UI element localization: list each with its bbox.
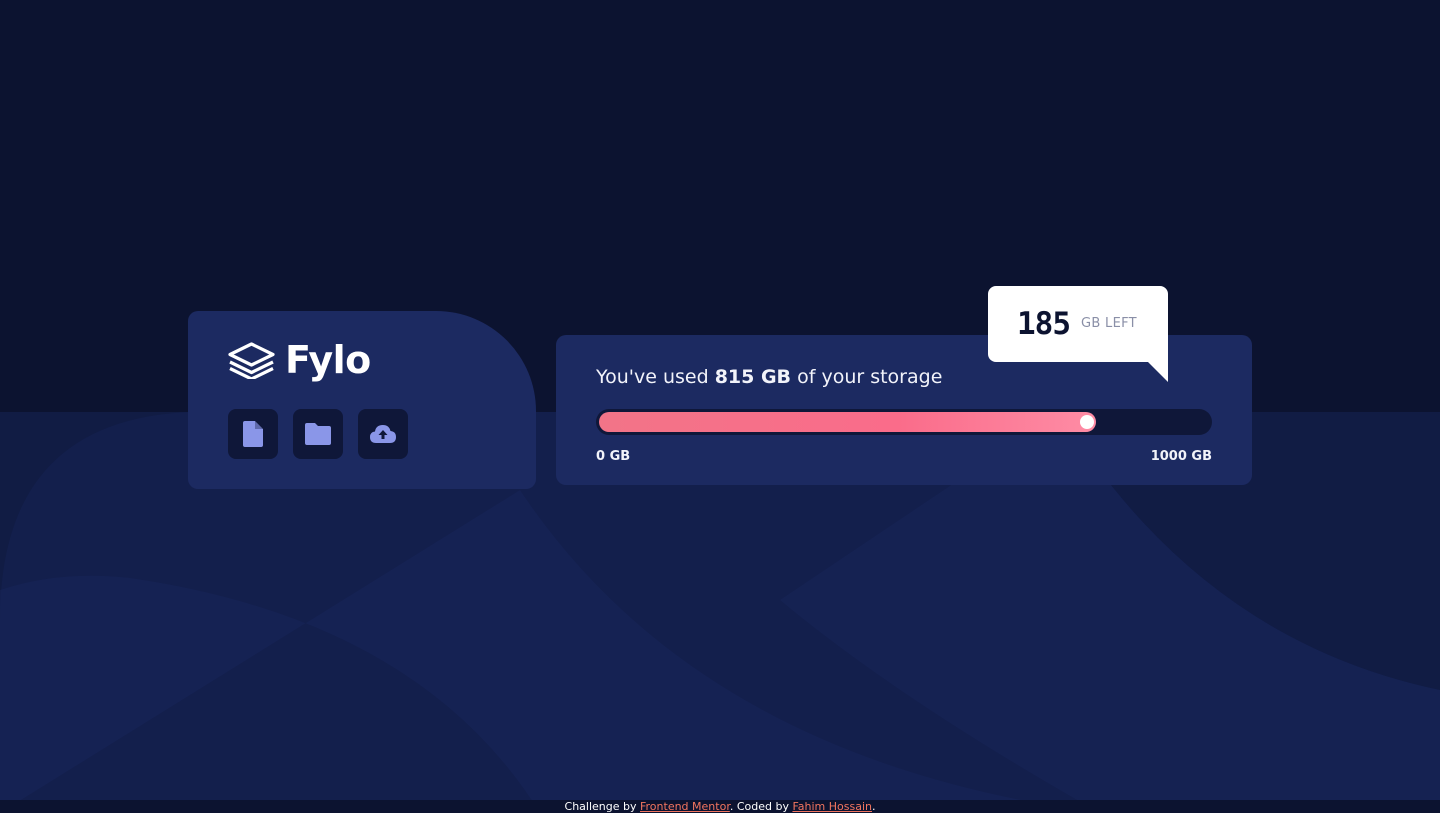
attribution-suffix: . [871,800,876,813]
storage-progress-fill [599,412,1096,432]
storage-progress-bar [596,409,1212,435]
file-actions [228,409,408,459]
attribution-footer: Challenge by Frontend Mentor. Coded by F… [0,800,1440,813]
attribution-middle: . Coded by [729,800,789,813]
usage-prefix: You've used [596,366,709,388]
brand-logo: Fylo [228,341,371,379]
logo-card: Fylo [188,311,536,489]
author-link[interactable]: Fahim Hossain [792,800,872,813]
attribution-prefix: Challenge by [564,800,637,813]
stacked-layers-icon [228,341,275,379]
frontend-mentor-link[interactable]: Frontend Mentor [640,800,730,813]
storage-left-bubble: 185 GB LEFT [988,286,1168,382]
scale-min-label: 0 GB [596,449,631,464]
progress-knob [1080,415,1094,429]
storage-left-label: GB LEFT [1081,316,1137,331]
folder-button[interactable] [293,409,343,459]
usage-amount: 815 GB [714,366,792,388]
upload-button[interactable] [358,409,408,459]
storage-left-amount: 185 [1017,306,1071,342]
brand-name: Fylo [285,338,371,382]
scale-max-label: 1000 GB [1150,449,1212,464]
document-icon [243,421,263,447]
usage-summary: You've used 815 GB of your storage [596,366,942,388]
folder-icon [305,423,331,445]
document-button[interactable] [228,409,278,459]
upload-cloud-icon [370,425,396,443]
usage-suffix: of your storage [797,366,943,388]
